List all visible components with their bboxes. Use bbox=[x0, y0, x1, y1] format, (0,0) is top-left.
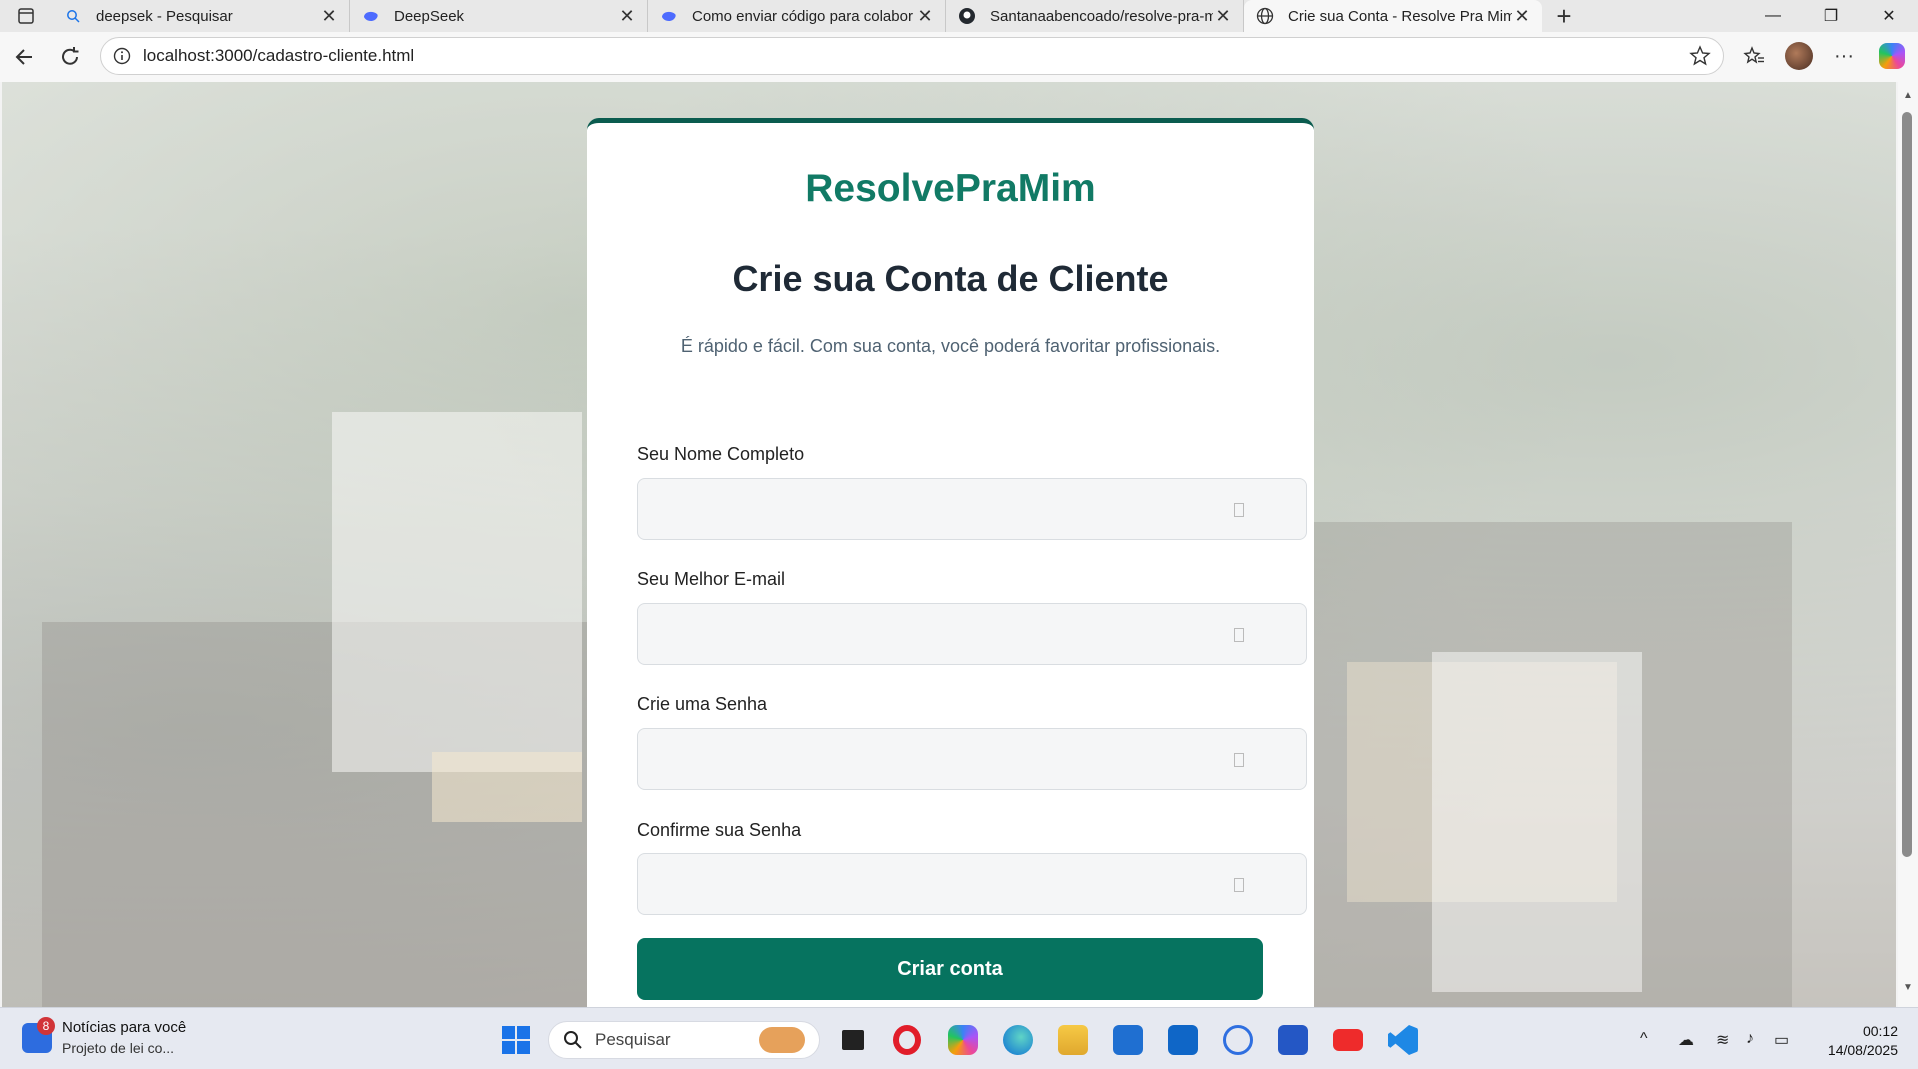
news-subtitle: Projeto de lei co... bbox=[62, 1040, 175, 1056]
task-view-icon[interactable] bbox=[838, 1025, 868, 1055]
edge-icon[interactable] bbox=[1003, 1025, 1033, 1055]
wifi-icon[interactable]: ≋ bbox=[1716, 1030, 1729, 1050]
name-field[interactable] bbox=[637, 478, 1307, 540]
deepseek-icon bbox=[660, 7, 678, 25]
favorite-star-icon[interactable] bbox=[1689, 45, 1711, 67]
close-tab-icon[interactable]: ✕ bbox=[319, 6, 339, 26]
more-icon: ··· bbox=[1834, 44, 1854, 67]
signup-card: ResolvePraMim Crie sua Conta de Cliente … bbox=[587, 118, 1314, 1007]
input-icon bbox=[1234, 878, 1244, 892]
tab-actions-icon bbox=[18, 8, 34, 24]
tab-deepseek[interactable]: DeepSeek ✕ bbox=[350, 0, 648, 32]
deepseek-icon bbox=[362, 7, 380, 25]
close-tab-icon[interactable]: ✕ bbox=[617, 6, 637, 26]
name-label: Seu Nome Completo bbox=[637, 444, 805, 464]
github-icon bbox=[958, 7, 976, 25]
email-label: Seu Melhor E-mail bbox=[637, 569, 786, 589]
news-icon: 8 bbox=[22, 1017, 55, 1053]
search-icon bbox=[64, 7, 82, 25]
tab-title: Santanaabencoado/resolve-pra-m bbox=[990, 7, 1213, 25]
date-text: 14/08/2025 bbox=[1827, 1042, 1898, 1058]
scroll-down-icon[interactable]: ▼ bbox=[1903, 982, 1913, 993]
outlook-icon[interactable] bbox=[1168, 1025, 1198, 1055]
confirm-password-field[interactable] bbox=[637, 853, 1307, 915]
email-field[interactable] bbox=[637, 603, 1307, 665]
clock[interactable]: 00:12 14/08/2025 bbox=[1808, 1022, 1898, 1060]
page-scrollbar[interactable]: ▲ ▼ bbox=[1898, 82, 1918, 1007]
profile-button[interactable] bbox=[1779, 37, 1819, 75]
search-placeholder: Pesquisar bbox=[595, 1030, 671, 1049]
confirm-password-label: Confirme sua Senha bbox=[637, 820, 802, 840]
page-subtitle: É rápido e fácil. Com sua conta, você po… bbox=[680, 336, 1221, 356]
address-bar[interactable]: localhost:3000/cadastro-cliente.html bbox=[100, 37, 1724, 75]
new-tab-button[interactable]: + bbox=[1542, 0, 1586, 32]
copilot-button[interactable] bbox=[1872, 37, 1912, 75]
opera-icon[interactable] bbox=[893, 1025, 923, 1055]
password-label: Crie uma Senha bbox=[637, 694, 768, 714]
tab-github[interactable]: Santanaabencoado/resolve-pra-m ✕ bbox=[946, 0, 1244, 32]
volume-icon[interactable]: ♪ bbox=[1746, 1030, 1754, 1048]
copilot-app-icon[interactable] bbox=[948, 1025, 978, 1055]
tab-title: DeepSeek bbox=[394, 7, 465, 25]
battery-icon[interactable]: ▭ bbox=[1774, 1030, 1789, 1050]
brand-logo[interactable]: ResolvePraMim bbox=[587, 167, 1314, 211]
globe-icon bbox=[1256, 7, 1274, 25]
show-hidden-icons-button[interactable]: ^ bbox=[1640, 1030, 1648, 1048]
store-icon[interactable] bbox=[1113, 1025, 1143, 1055]
back-button[interactable] bbox=[2, 37, 46, 77]
input-icon bbox=[1234, 628, 1244, 642]
input-icon bbox=[1234, 753, 1244, 767]
taskbar: 8 Notícias para você Projeto de lei co..… bbox=[0, 1007, 1918, 1069]
create-account-button[interactable]: Criar conta bbox=[637, 938, 1263, 1000]
back-arrow-icon bbox=[15, 49, 32, 65]
copilot-icon bbox=[1879, 43, 1905, 69]
search-highlight-icon bbox=[759, 1027, 805, 1053]
refresh-icon bbox=[62, 47, 79, 65]
close-tab-icon[interactable]: ✕ bbox=[915, 6, 935, 26]
tab-search[interactable]: deepsek - Pesquisar ✕ bbox=[52, 0, 350, 32]
tab-actions-button[interactable] bbox=[0, 0, 52, 32]
scroll-up-icon[interactable]: ▲ bbox=[1903, 90, 1913, 101]
start-button[interactable] bbox=[502, 1026, 530, 1054]
scrollbar-thumb[interactable] bbox=[1902, 112, 1912, 857]
favorites-icon bbox=[1743, 46, 1764, 64]
minimize-button[interactable]: — bbox=[1744, 0, 1802, 32]
tab-active[interactable]: Crie sua Conta - Resolve Pra Mim ✕ bbox=[1244, 0, 1542, 32]
close-tab-icon[interactable]: ✕ bbox=[1512, 6, 1532, 26]
close-tab-icon[interactable]: ✕ bbox=[1213, 6, 1233, 26]
tab-title: Como enviar código para colabor bbox=[692, 7, 913, 25]
youtube-icon[interactable] bbox=[1333, 1029, 1363, 1051]
powershell-icon[interactable] bbox=[1278, 1025, 1308, 1055]
taskbar-search[interactable]: Pesquisar bbox=[548, 1021, 820, 1059]
refresh-button[interactable] bbox=[48, 37, 92, 77]
time-text: 00:12 bbox=[1862, 1023, 1898, 1039]
news-widget[interactable]: 8 Notícias para você Projeto de lei co..… bbox=[22, 1017, 187, 1058]
sync-app-icon[interactable] bbox=[1223, 1025, 1253, 1055]
search-icon bbox=[564, 1031, 582, 1049]
tab-title: Crie sua Conta - Resolve Pra Mim bbox=[1288, 7, 1512, 25]
site-info-icon[interactable] bbox=[113, 47, 131, 65]
restore-button[interactable]: ❐ bbox=[1802, 0, 1860, 32]
onedrive-icon[interactable]: ☁ bbox=[1678, 1030, 1694, 1050]
close-window-button[interactable]: ✕ bbox=[1860, 0, 1918, 32]
tab-deepseek-chat[interactable]: Como enviar código para colabor ✕ bbox=[648, 0, 946, 32]
input-icon bbox=[1234, 503, 1244, 517]
tab-strip: deepsek - Pesquisar ✕ DeepSeek ✕ Como en… bbox=[0, 0, 1918, 32]
page-title: Crie sua Conta de Cliente bbox=[732, 258, 1169, 299]
news-title: Notícias para você bbox=[62, 1019, 187, 1036]
notification-badge: 8 bbox=[37, 1017, 55, 1035]
favorites-button[interactable] bbox=[1734, 37, 1774, 75]
file-explorer-icon[interactable] bbox=[1058, 1025, 1088, 1055]
browser-toolbar: localhost:3000/cadastro-cliente.html ··· bbox=[0, 32, 1918, 82]
url-text: localhost:3000/cadastro-cliente.html bbox=[143, 46, 415, 65]
more-button[interactable]: ··· bbox=[1824, 37, 1864, 75]
windows-logo-icon bbox=[502, 1026, 515, 1039]
password-field[interactable] bbox=[637, 728, 1307, 790]
page-viewport: ResolvePraMim Crie sua Conta de Cliente … bbox=[2, 82, 1896, 1007]
vscode-icon[interactable] bbox=[1388, 1025, 1418, 1055]
tab-title: deepsek - Pesquisar bbox=[96, 7, 233, 25]
avatar bbox=[1785, 42, 1813, 70]
